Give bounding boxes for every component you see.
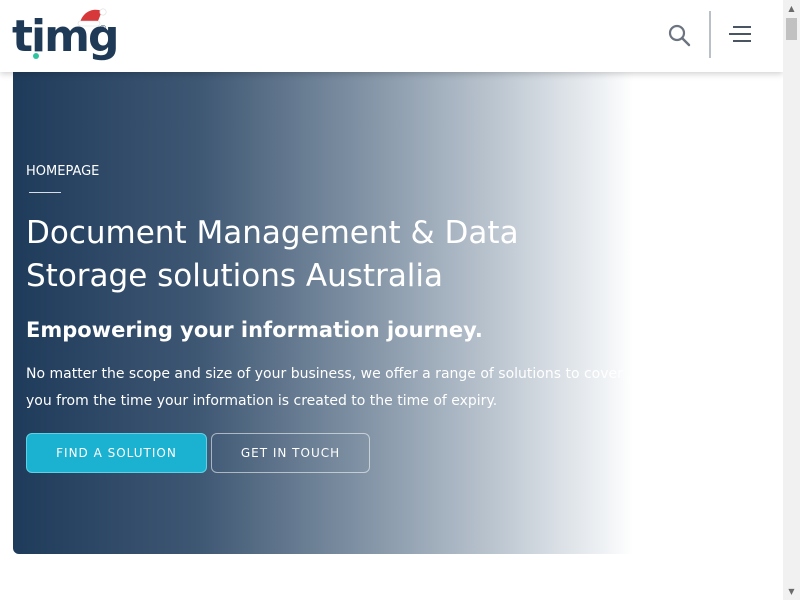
hero-subtitle: Empowering your information journey. bbox=[26, 318, 483, 342]
search-button[interactable] bbox=[666, 22, 694, 50]
breadcrumb[interactable]: HOMEPAGE bbox=[26, 164, 99, 179]
find-a-solution-button[interactable]: FIND A SOLUTION bbox=[26, 433, 207, 473]
scroll-thumb[interactable] bbox=[786, 18, 797, 40]
registered-mark: ® bbox=[99, 24, 107, 33]
header-divider bbox=[709, 11, 711, 58]
hero-description: No matter the scope and size of your bus… bbox=[26, 366, 623, 409]
scroll-down-arrow-icon[interactable]: ▼ bbox=[783, 583, 800, 600]
site-header: timg ® bbox=[0, 0, 783, 72]
hamburger-menu-icon bbox=[729, 26, 751, 42]
logo-dot bbox=[33, 53, 39, 59]
eyebrow-underline bbox=[29, 192, 61, 193]
search-icon bbox=[668, 24, 691, 47]
timg-logo[interactable]: timg ® bbox=[12, 8, 119, 66]
scroll-up-arrow-icon[interactable]: ▲ bbox=[783, 0, 800, 17]
get-in-touch-button[interactable]: GET IN TOUCH bbox=[211, 433, 370, 473]
page-scrollbar[interactable]: ▲ ▼ bbox=[783, 0, 800, 600]
hero-banner bbox=[13, 72, 633, 554]
page-title: Document Management & Data Storage solut… bbox=[26, 215, 519, 294]
menu-button[interactable] bbox=[727, 23, 753, 47]
